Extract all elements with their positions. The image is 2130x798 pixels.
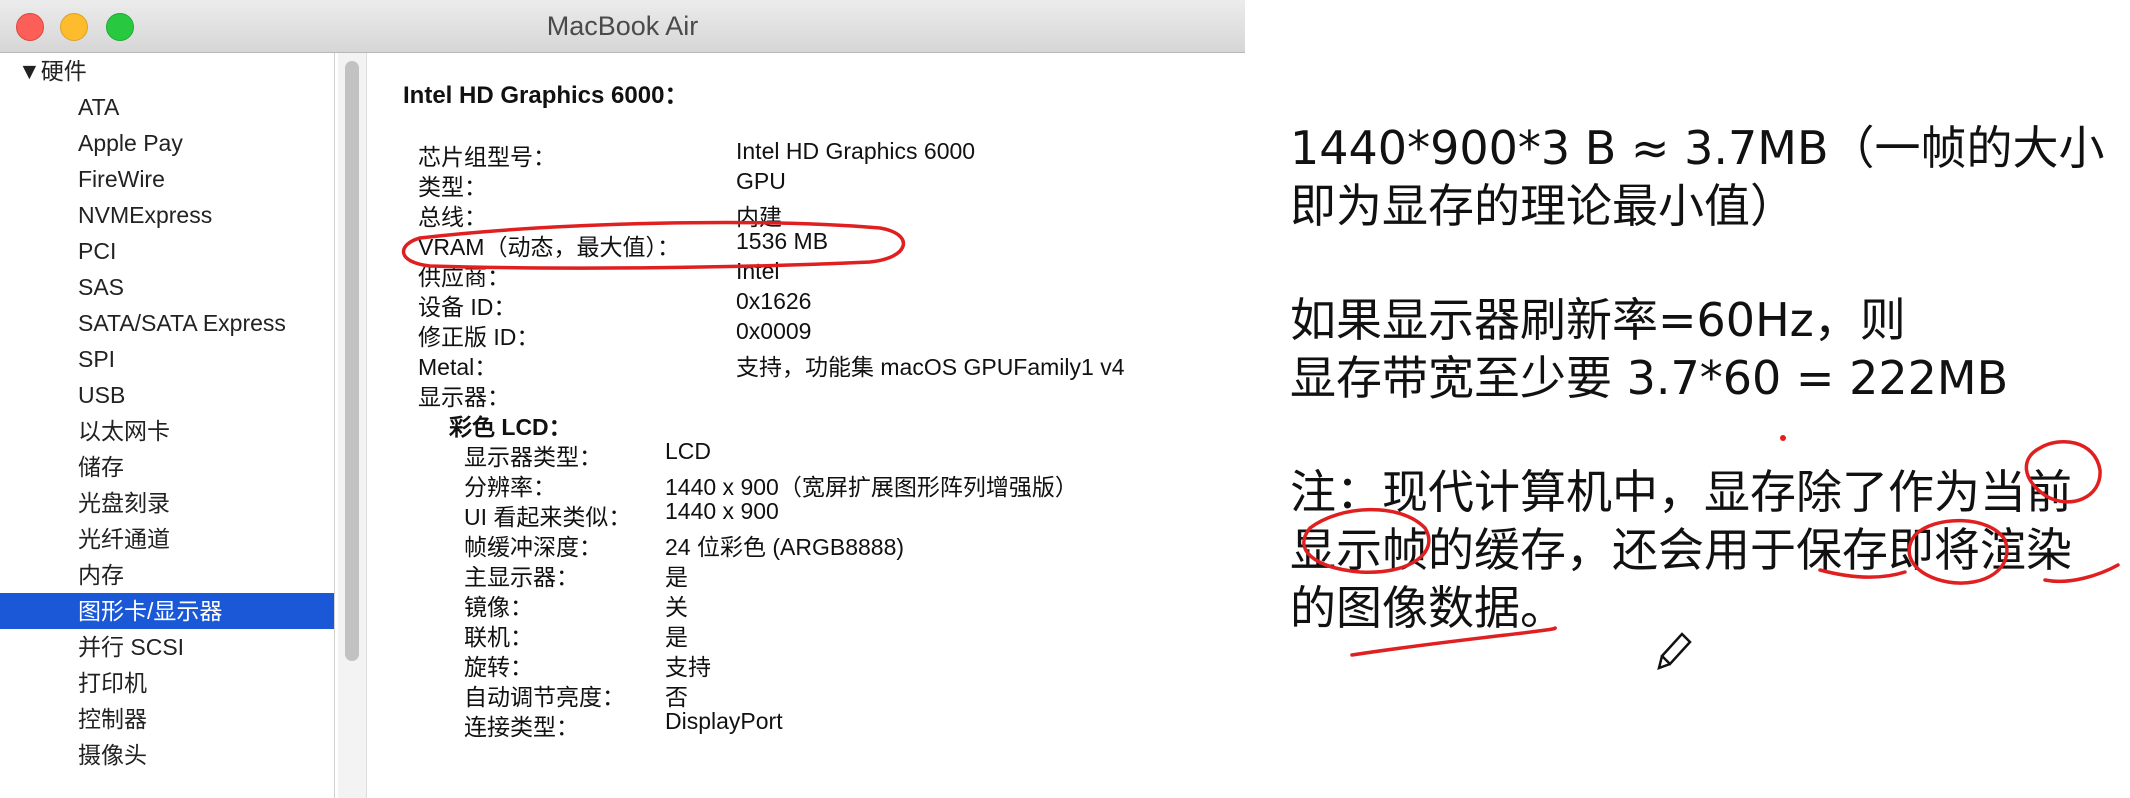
tuxiang-underline bbox=[1350, 626, 1557, 657]
handwritten-annotations bbox=[401, 220, 2120, 670]
dang-circle bbox=[2024, 440, 2102, 504]
xianshizhen-circle bbox=[1302, 507, 1431, 574]
pencil-icon bbox=[1657, 632, 1692, 670]
vram-circle bbox=[401, 220, 906, 270]
ink-dot bbox=[1780, 435, 1786, 441]
jijiang-circle bbox=[1907, 518, 2009, 585]
xuanran-underline bbox=[2043, 563, 2120, 584]
baocun-underline bbox=[1818, 568, 1907, 579]
